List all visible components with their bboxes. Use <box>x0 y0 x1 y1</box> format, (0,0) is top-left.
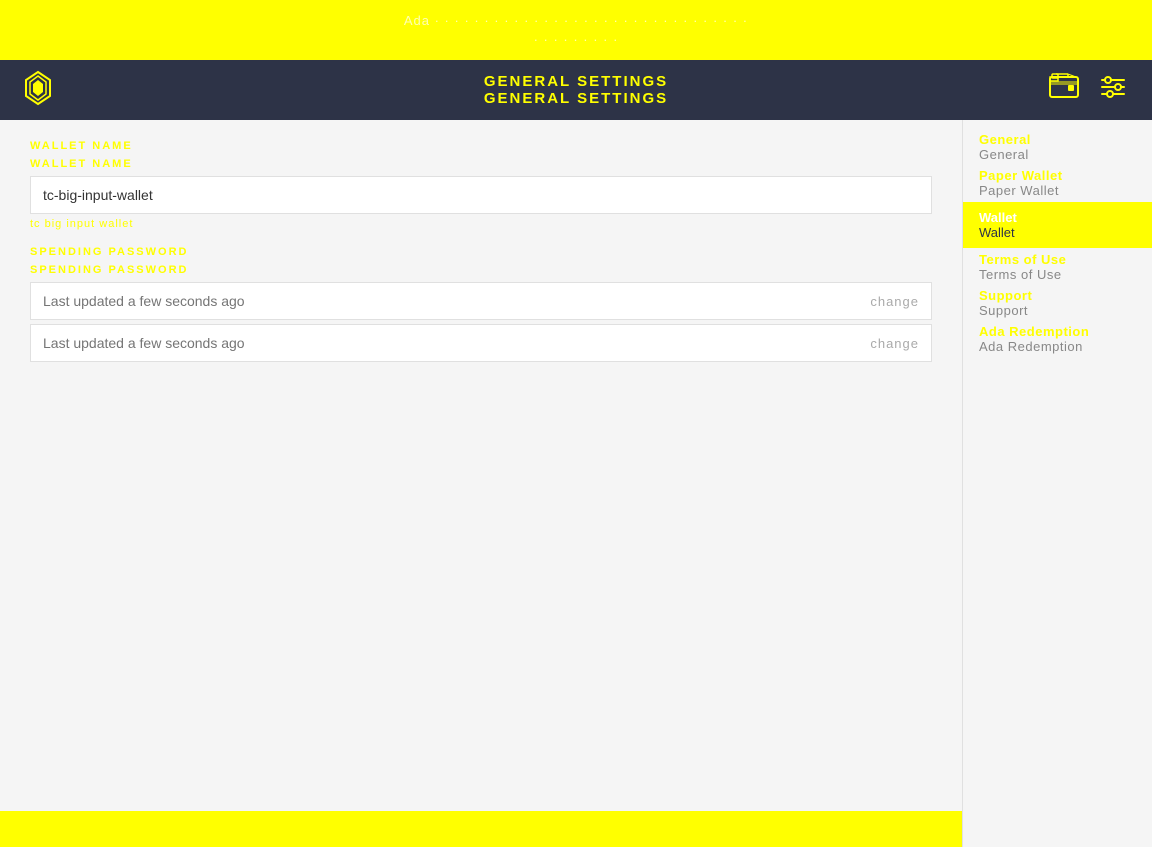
sidebar-general-bottom: General <box>979 147 1136 162</box>
navbar-title-sub: GENERAL SETTINGS <box>484 90 668 107</box>
logo <box>20 70 56 111</box>
sidebar-terms-top: Terms of Use <box>979 252 1136 267</box>
sidebar-wallet-top: Wallet <box>979 210 1136 225</box>
sidebar-support-top: Support <box>979 288 1136 303</box>
logo-icon <box>20 70 56 111</box>
sidebar-item-general[interactable]: General General <box>963 130 1152 164</box>
password-row-2: change <box>30 324 932 362</box>
left-panel: WALLET NAME WALLET NAME tc big input wal… <box>0 120 962 847</box>
spending-password-section: SPENDING PASSWORD SPENDING PASSWORD chan… <box>30 246 932 362</box>
sidebar-terms-bottom: Terms of Use <box>979 267 1136 282</box>
save-bar[interactable] <box>0 811 962 847</box>
settings-nav-button[interactable] <box>1094 68 1132 112</box>
wallet-name-hint: tc big input wallet <box>30 218 932 230</box>
sidebar-support-bottom: Support <box>979 303 1136 318</box>
password-row-1: change <box>30 282 932 320</box>
spending-password-label: SPENDING PASSWORD <box>30 246 932 258</box>
spending-password-label2: SPENDING PASSWORD <box>30 264 932 276</box>
sidebar-item-ada-redemption[interactable]: Ada Redemption Ada Redemption <box>963 322 1152 356</box>
sidebar-item-wallet[interactable]: Wallet Wallet <box>963 202 1152 248</box>
sidebar-wallet-bottom: Wallet <box>979 225 1136 240</box>
wallet-name-input[interactable] <box>30 176 932 214</box>
top-banner-text: Ada · · · · · · · · · · · · · · · · · · … <box>404 11 748 31</box>
navbar-title-main: GENERAL SETTINGS <box>484 73 668 90</box>
sidebar-ada-top: Ada Redemption <box>979 324 1136 339</box>
navbar-title: GENERAL SETTINGS GENERAL SETTINGS <box>484 73 668 107</box>
sidebar-item-terms[interactable]: Terms of Use Terms of Use <box>963 250 1152 284</box>
wallet-name-label2: WALLET NAME <box>30 158 932 170</box>
top-banner: Ada · · · · · · · · · · · · · · · · · · … <box>0 0 1152 60</box>
sidebar-ada-bottom: Ada Redemption <box>979 339 1136 354</box>
wallet-name-label: WALLET NAME <box>30 140 932 152</box>
sidebar-paper-wallet-bottom: Paper Wallet <box>979 183 1136 198</box>
change-button-2[interactable]: change <box>858 326 931 361</box>
navbar: GENERAL SETTINGS GENERAL SETTINGS <box>0 60 1152 120</box>
sidebar-item-paper-wallet[interactable]: Paper Wallet Paper Wallet <box>963 166 1152 200</box>
password-input-2[interactable] <box>31 325 858 361</box>
wallet-nav-button[interactable] <box>1044 67 1084 113</box>
change-button-1[interactable]: change <box>858 284 931 319</box>
top-banner-text2: · · · · · · · · · <box>534 30 619 50</box>
navbar-icons <box>1044 67 1132 113</box>
sidebar-item-support[interactable]: Support Support <box>963 286 1152 320</box>
right-sidebar: General General Paper Wallet Paper Walle… <box>962 120 1152 847</box>
password-input-1[interactable] <box>31 283 858 319</box>
sidebar-general-top: General <box>979 132 1136 147</box>
sidebar-paper-wallet-top: Paper Wallet <box>979 168 1136 183</box>
main-content: WALLET NAME WALLET NAME tc big input wal… <box>0 120 1152 847</box>
